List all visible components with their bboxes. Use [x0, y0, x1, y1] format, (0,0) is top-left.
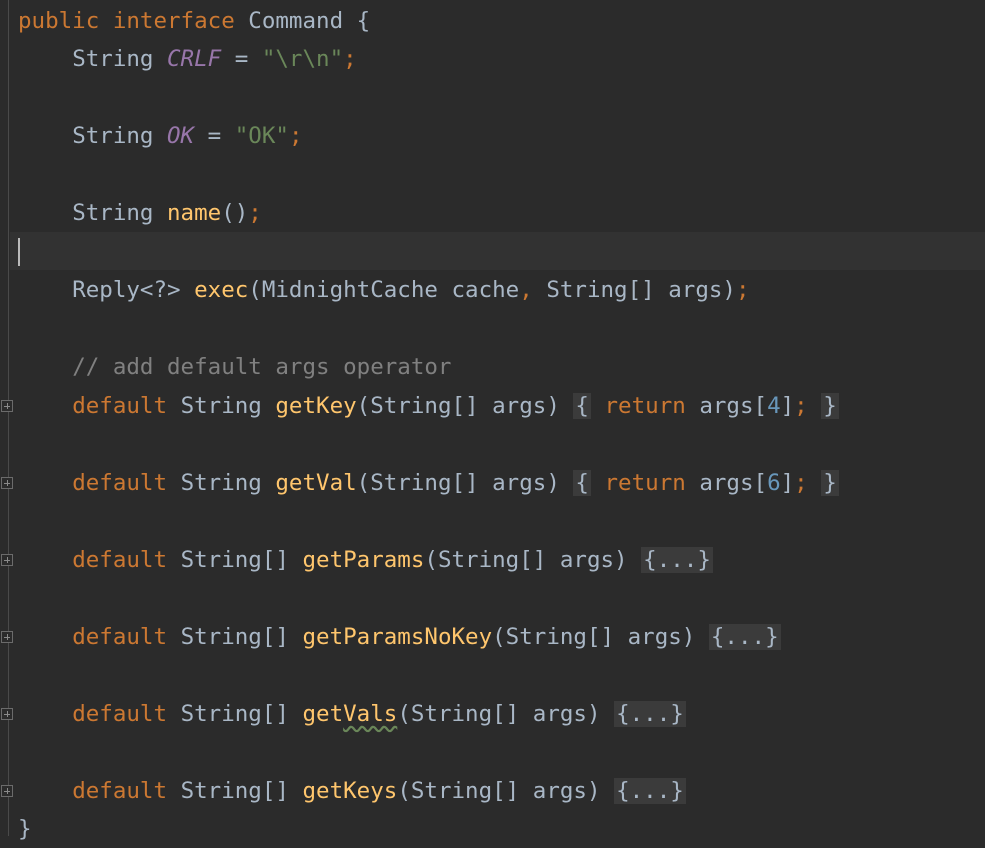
constant-name: CRLF [167, 46, 222, 72]
type: String [72, 200, 154, 226]
method-name-prefix: get [302, 701, 344, 727]
fold-expand-icon[interactable] [1, 708, 13, 720]
method-name: exec [194, 277, 249, 303]
semicolon: ; [794, 470, 808, 496]
fold-expand-icon[interactable] [1, 785, 13, 797]
fold-expand-icon[interactable] [1, 631, 13, 643]
fold-expand-icon[interactable] [1, 477, 13, 489]
keyword: default [72, 624, 168, 650]
method-name: getKeys [302, 778, 398, 804]
comma: , [519, 277, 533, 303]
type: String[] [180, 624, 289, 650]
type: String [72, 46, 154, 72]
keyword: public interface [18, 8, 235, 34]
keyword: return [604, 393, 686, 419]
keyword: return [604, 470, 686, 496]
semicolon: ; [343, 46, 357, 72]
fold-expand-icon[interactable] [1, 400, 13, 412]
code-line-crlf-constant: String CRLF = "\r\n"; [18, 40, 357, 78]
code-line-exec-method: Reply<?> exec(MidnightCache cache, Strin… [18, 271, 750, 309]
semicolon: ; [248, 200, 262, 226]
folded-brace[interactable]: { [573, 393, 591, 419]
type: String [180, 470, 262, 496]
open-brace: { [356, 8, 371, 34]
params: (String[] args) [424, 547, 628, 573]
code-line-getparamsnokey-method: default String[] getParamsNoKey(String[]… [18, 618, 781, 656]
code-line-ok-constant: String OK = "OK"; [18, 117, 302, 155]
code-line-getkeys-method: default String[] getKeys(String[] args) … [18, 772, 686, 810]
method-name: name [167, 200, 222, 226]
code-line-getvals-method: default String[] getVals(String[] args) … [18, 695, 686, 733]
type: String [180, 393, 262, 419]
type: String[] [180, 778, 289, 804]
code-line-getparams-method: default String[] getParams(String[] args… [18, 541, 713, 579]
index-number: 6 [767, 470, 781, 496]
semicolon: ; [794, 393, 808, 419]
parens: () [221, 200, 249, 226]
method-name-typo-underlined: Vals [343, 701, 398, 727]
code-line-getkey-method: default String getKey(String[] args) { r… [18, 387, 839, 425]
folded-block[interactable]: {...} [614, 701, 686, 727]
comment: // add default args operator [72, 354, 452, 380]
bracket: ] [780, 393, 795, 419]
code-line-getval-method: default String getVal(String[] args) { r… [18, 464, 839, 502]
string-literal: "OK" [234, 123, 289, 149]
array-access: args[ [699, 470, 768, 496]
close-brace: } [18, 816, 32, 842]
type: String[] [180, 547, 289, 573]
code-line-name-method: String name(); [18, 194, 262, 232]
code-editor[interactable]: public interface Command { String CRLF =… [0, 0, 985, 842]
folded-block[interactable]: {...} [641, 547, 713, 573]
method-name: getKey [275, 393, 357, 419]
params: String[] args) [532, 277, 736, 303]
params: (String[] args) [397, 701, 601, 727]
params: (String[] args) [356, 393, 560, 419]
method-name: getVal [275, 470, 357, 496]
params: (String[] args) [492, 624, 696, 650]
method-name: getParams [302, 547, 425, 573]
assignment: = [221, 46, 262, 72]
assignment: = [194, 123, 235, 149]
params: (String[] args) [356, 470, 560, 496]
constant-name: OK [167, 123, 195, 149]
current-line-highlight [10, 232, 985, 270]
type: String [72, 123, 154, 149]
code-line-interface-declaration: public interface Command { [18, 2, 370, 40]
index-number: 4 [767, 393, 781, 419]
semicolon: ; [735, 277, 750, 303]
bracket: ] [780, 470, 795, 496]
folded-block[interactable]: {...} [614, 778, 686, 804]
keyword: default [72, 778, 168, 804]
interface-name: Command [248, 8, 344, 34]
folded-brace[interactable]: } [821, 470, 839, 496]
semicolon: ; [288, 123, 303, 149]
folded-brace[interactable]: } [821, 393, 839, 419]
keyword: default [72, 393, 168, 419]
code-line-closing-brace: } [18, 810, 32, 848]
keyword: default [72, 470, 168, 496]
text-caret [18, 238, 20, 266]
array-access: args[ [699, 393, 768, 419]
params: (String[] args) [397, 778, 601, 804]
fold-expand-icon[interactable] [1, 554, 13, 566]
method-name: getParamsNoKey [302, 624, 493, 650]
string-literal: "\r\n" [261, 46, 344, 72]
keyword: default [72, 547, 168, 573]
code-line-comment: // add default args operator [18, 348, 451, 386]
keyword: default [72, 701, 168, 727]
return-type: Reply<?> [72, 277, 181, 303]
folded-brace[interactable]: { [573, 470, 591, 496]
params: (MidnightCache cache [248, 277, 520, 303]
folded-block[interactable]: {...} [708, 624, 781, 650]
type: String[] [180, 701, 289, 727]
